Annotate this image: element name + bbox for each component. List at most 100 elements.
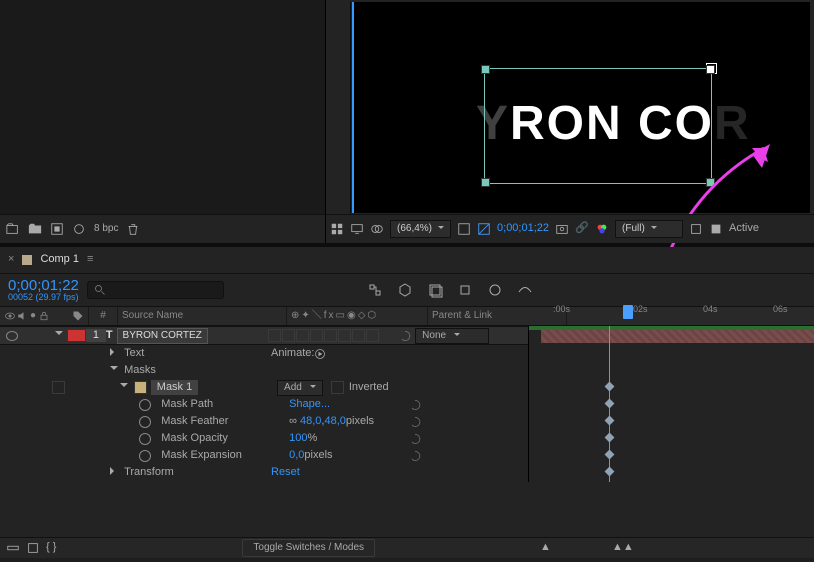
mask-handle[interactable] (481, 65, 490, 74)
frameblend-icon[interactable] (424, 279, 446, 301)
keyframe-icon[interactable] (605, 382, 615, 392)
zoom-slider-icon[interactable]: ▲▲ (612, 541, 634, 554)
snapshot-icon[interactable] (555, 222, 569, 236)
draft3d-icon[interactable] (394, 279, 416, 301)
region-icon[interactable] (689, 222, 703, 236)
audio-header-icon[interactable] (16, 310, 28, 322)
mask-expansion-row[interactable]: Mask Expansion 0,0 pixels (0, 447, 528, 464)
mask-bounds[interactable] (484, 68, 712, 184)
mask-feather-row[interactable]: Mask Feather ∞ 48,0,48,0 pixels (0, 413, 528, 430)
folder-icon[interactable] (28, 222, 42, 236)
keyframe-icon[interactable] (605, 450, 615, 460)
solo-header-icon[interactable]: ● (30, 310, 36, 322)
animate-menu-icon[interactable] (314, 348, 326, 360)
keyframe-icon[interactable] (605, 416, 615, 426)
graph-icon[interactable] (484, 279, 506, 301)
mask-toggle-icon[interactable] (370, 222, 384, 236)
mask-handle[interactable] (706, 178, 715, 187)
stopwatch-icon[interactable] (139, 450, 151, 462)
fit-icon[interactable] (457, 222, 471, 236)
guides-icon[interactable] (709, 222, 723, 236)
transform-reset[interactable]: Reset (271, 466, 300, 479)
twirl-icon[interactable] (55, 327, 65, 343)
keyframe-icon[interactable] (605, 467, 615, 477)
timeline-tracks[interactable] (528, 326, 814, 482)
close-tab-icon[interactable]: × (8, 253, 14, 266)
sourcename-header[interactable]: Source Name (118, 307, 287, 325)
lock-header-icon[interactable] (38, 310, 50, 322)
mask-handle[interactable] (706, 65, 715, 74)
prop-label: Mask Opacity (161, 432, 228, 445)
pickwhip-icon[interactable] (409, 450, 421, 462)
parent-dropdown[interactable]: None (415, 328, 489, 344)
layer-label-color[interactable] (67, 329, 86, 342)
expand-icon[interactable] (6, 541, 20, 555)
label-header-icon[interactable] (72, 310, 84, 322)
pickwhip-icon[interactable] (399, 330, 411, 342)
zoom-dropdown[interactable]: (66,4%) (390, 220, 451, 238)
transparency-icon[interactable] (477, 222, 491, 236)
viewer-timecode[interactable]: 0;00;01;22 (497, 222, 549, 235)
group-transform-row[interactable]: Transform Reset (0, 464, 528, 481)
view-status[interactable]: Active (729, 222, 759, 235)
viewer-frame[interactable]: YRON COR (352, 2, 810, 213)
stopwatch-icon[interactable] (139, 416, 151, 428)
pickwhip-icon[interactable] (409, 399, 421, 411)
expansion-value[interactable]: 0,0 (289, 449, 304, 462)
settings-icon[interactable] (72, 222, 86, 236)
trash-icon[interactable] (126, 222, 140, 236)
layer-name[interactable]: BYRON CORTEZ (117, 328, 208, 344)
resolution-dropdown[interactable]: (Full) (615, 220, 683, 238)
keyframe-icon[interactable] (605, 399, 615, 409)
visibility-toggle[interactable] (6, 331, 18, 341)
pickwhip-icon[interactable] (409, 416, 421, 428)
link-icon[interactable]: 🔗 (575, 222, 589, 236)
num-header[interactable]: # (89, 307, 118, 325)
toggle-switches-button[interactable]: Toggle Switches / Modes (242, 539, 375, 557)
feather-x[interactable]: 48,0 (300, 415, 321, 428)
pickwhip-icon[interactable] (409, 433, 421, 445)
motionblur-icon[interactable] (454, 279, 476, 301)
keyframe-icon[interactable] (605, 433, 615, 443)
mask-name[interactable]: Mask 1 (151, 380, 198, 395)
tick: 02s (633, 304, 648, 315)
mask-lock[interactable] (52, 381, 65, 394)
feather-y[interactable]: 48,0 (324, 415, 345, 428)
folder-sync-icon[interactable] (6, 222, 20, 236)
layer-bar[interactable] (541, 330, 814, 343)
shy-icon[interactable] (514, 279, 536, 301)
group-masks-row[interactable]: Masks (0, 362, 528, 379)
composition-viewer: YRON COR (66,4%) 0;00;01;22 🔗 (326, 0, 814, 243)
timeline-timecode[interactable]: 0;00;01;22 (8, 278, 79, 293)
mask-path-row[interactable]: Mask Path Shape... (0, 396, 528, 413)
mask-handle[interactable] (481, 178, 490, 187)
mask-row[interactable]: Mask 1 AddInverted (0, 379, 528, 396)
mask-opacity-row[interactable]: Mask Opacity 100% (0, 430, 528, 447)
layer-row[interactable]: 1 TBYRON CORTEZ None (0, 326, 528, 345)
panel-menu-icon[interactable]: ≡ (87, 253, 93, 266)
grid-icon[interactable] (330, 222, 344, 236)
comp-tab-label[interactable]: Comp 1 (40, 253, 79, 266)
playhead-icon[interactable] (623, 305, 633, 319)
mask-color-swatch[interactable] (134, 381, 147, 394)
inverted-checkbox[interactable] (331, 381, 344, 394)
viewer-gutter (326, 2, 351, 213)
stopwatch-icon[interactable] (139, 399, 151, 411)
group-text-row[interactable]: Text Animate: (0, 345, 528, 362)
timeline-search[interactable] (87, 281, 225, 299)
bpc-label[interactable]: 8 bpc (94, 223, 118, 235)
comp-flowchart-icon[interactable] (364, 279, 386, 301)
mask-path-value[interactable]: Shape... (289, 398, 330, 411)
opacity-value[interactable]: 100 (289, 432, 307, 445)
monitor-icon[interactable] (350, 222, 364, 236)
stopwatch-icon[interactable] (139, 433, 151, 445)
visibility-header-icon[interactable] (4, 310, 16, 322)
new-comp-icon[interactable] (50, 222, 64, 236)
prop-label: Mask Path (161, 398, 213, 411)
project-panel: 8 bpc (0, 0, 326, 243)
color-mgmt-icon[interactable] (595, 222, 609, 236)
bracket-icon[interactable]: { } (46, 541, 56, 555)
mask-mode-dropdown[interactable]: Add (277, 380, 323, 396)
render-icon[interactable] (26, 541, 40, 555)
constrain-icon[interactable]: ∞ (289, 415, 297, 428)
